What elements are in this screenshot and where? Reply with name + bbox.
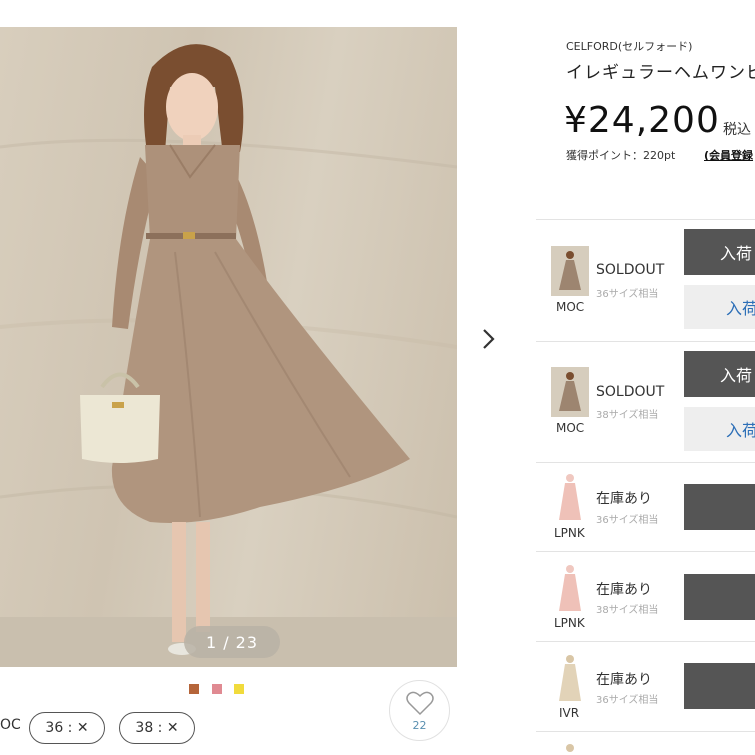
stock-size: 36サイズ相当 <box>596 289 659 300</box>
stock-row: MOC SOLDOUT 36サイズ相当 入荷 入荷 <box>536 219 755 341</box>
restock-notify-button[interactable]: 入荷 <box>684 351 755 397</box>
stock-color: MOC <box>556 421 585 435</box>
stock-status: SOLDOUT <box>596 262 665 278</box>
stock-size: 38サイズ相当 <box>596 605 659 616</box>
product-name: イレギュラーヘムワンピ <box>566 63 755 83</box>
color-swatch-pink[interactable] <box>212 684 222 694</box>
favorite-count: 22 <box>412 719 427 732</box>
stock-status: 在庫あり <box>596 582 652 598</box>
model-illustration <box>0 44 457 667</box>
stock-row: LPNK 在庫あり 38サイズ相当 <box>536 551 755 641</box>
product-photo[interactable]: 1 / 23 <box>0 27 457 667</box>
product-thumbnail <box>551 653 589 703</box>
stock-row: LPNK 在庫あり 36サイズ相当 <box>536 462 755 551</box>
color-swatch-brown[interactable] <box>189 684 199 694</box>
product-thumbnail <box>566 744 574 752</box>
product-thumbnail <box>551 472 589 522</box>
tax-label: 税込 <box>723 122 751 138</box>
favorite-button[interactable]: 22 <box>389 680 450 741</box>
stock-status: 在庫あり <box>596 491 652 507</box>
color-label: OC <box>0 717 21 733</box>
stock-status: SOLDOUT <box>596 384 665 400</box>
chevron-right-icon[interactable] <box>478 326 500 352</box>
product-price: ¥24,200 <box>564 100 720 141</box>
color-swatch-yellow[interactable] <box>234 684 244 694</box>
add-to-cart-button[interactable] <box>684 663 755 709</box>
add-to-cart-button[interactable] <box>684 484 755 530</box>
stock-color: MOC <box>556 300 585 314</box>
stock-status: 在庫あり <box>596 672 652 688</box>
product-thumbnail <box>551 563 589 613</box>
brand-name[interactable]: CELFORD(セルフォード) <box>566 38 692 54</box>
stock-row: MOC SOLDOUT 38サイズ相当 入荷 入荷 <box>536 341 755 462</box>
stock-row: IVR 在庫あり 36サイズ相当 <box>536 641 755 731</box>
product-thumbnail <box>551 367 589 417</box>
product-thumbnail <box>551 246 589 296</box>
size-chip-36[interactable]: 36 : ✕ <box>29 712 105 744</box>
heart-icon <box>406 691 434 716</box>
stock-row <box>536 731 755 755</box>
stock-color: LPNK <box>554 526 585 540</box>
add-to-cart-button[interactable] <box>684 574 755 620</box>
stock-size: 36サイズ相当 <box>596 515 659 526</box>
stock-color: LPNK <box>554 616 585 630</box>
member-register-link[interactable]: (会員登録 <box>704 147 753 163</box>
stock-color: IVR <box>559 706 580 720</box>
restock-notify-button[interactable]: 入荷 <box>684 229 755 275</box>
image-counter: 1 / 23 <box>184 626 280 658</box>
size-chip-38[interactable]: 38 : ✕ <box>119 712 195 744</box>
points-text: 獲得ポイント：220pt <box>566 149 676 162</box>
stock-size: 36サイズ相当 <box>596 695 659 706</box>
stock-size: 38サイズ相当 <box>596 410 659 421</box>
restock-link-button[interactable]: 入荷 <box>684 285 755 329</box>
restock-link-button[interactable]: 入荷 <box>684 407 755 451</box>
